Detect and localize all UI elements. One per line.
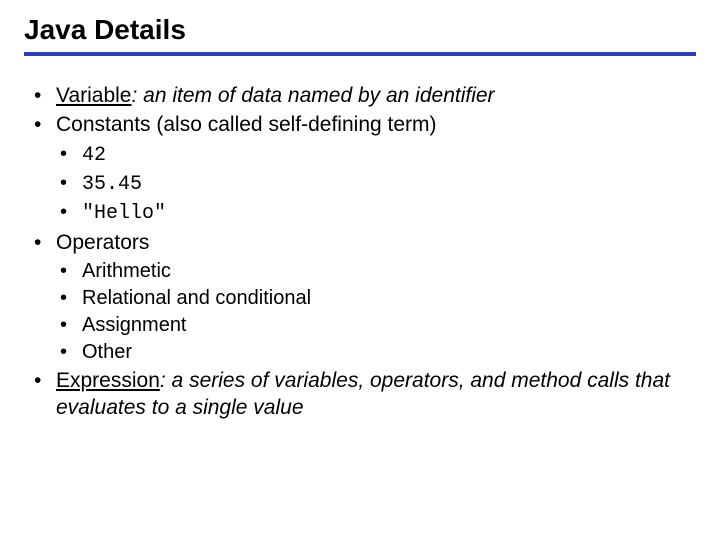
variable-definition: : an item of data named by an identifier bbox=[132, 84, 495, 107]
operator-value: Assignment bbox=[82, 314, 187, 336]
constant-item: 35.45 bbox=[56, 170, 696, 198]
bullet-operators: Operators Arithmetic Relational and cond… bbox=[28, 229, 696, 365]
bullet-variable: Variable: an item of data named by an id… bbox=[28, 82, 696, 109]
bullet-expression: Expression: a series of variables, opera… bbox=[28, 367, 696, 422]
operators-sublist: Arithmetic Relational and conditional As… bbox=[56, 258, 696, 365]
constant-value: 35.45 bbox=[82, 173, 142, 196]
operator-value: Other bbox=[82, 341, 132, 363]
variable-term: Variable bbox=[56, 84, 132, 107]
slide-title: Java Details bbox=[24, 14, 696, 56]
operator-item: Other bbox=[56, 339, 696, 365]
bullet-list: Variable: an item of data named by an id… bbox=[24, 82, 696, 421]
bullet-constants: Constants (also called self-defining ter… bbox=[28, 111, 696, 226]
operator-item: Arithmetic bbox=[56, 258, 696, 284]
constants-text: Constants (also called self-defining ter… bbox=[56, 113, 437, 136]
operator-item: Relational and conditional bbox=[56, 285, 696, 311]
constant-item: "Hello" bbox=[56, 199, 696, 227]
operator-value: Relational and conditional bbox=[82, 287, 311, 309]
operator-item: Assignment bbox=[56, 312, 696, 338]
constant-value: 42 bbox=[82, 144, 106, 167]
expression-term: Expression bbox=[56, 369, 160, 392]
operators-text: Operators bbox=[56, 231, 149, 254]
slide: Java Details Variable: an item of data n… bbox=[0, 0, 720, 540]
constant-value: "Hello" bbox=[82, 202, 166, 225]
constant-item: 42 bbox=[56, 141, 696, 169]
operator-value: Arithmetic bbox=[82, 260, 171, 282]
constants-sublist: 42 35.45 "Hello" bbox=[56, 141, 696, 227]
